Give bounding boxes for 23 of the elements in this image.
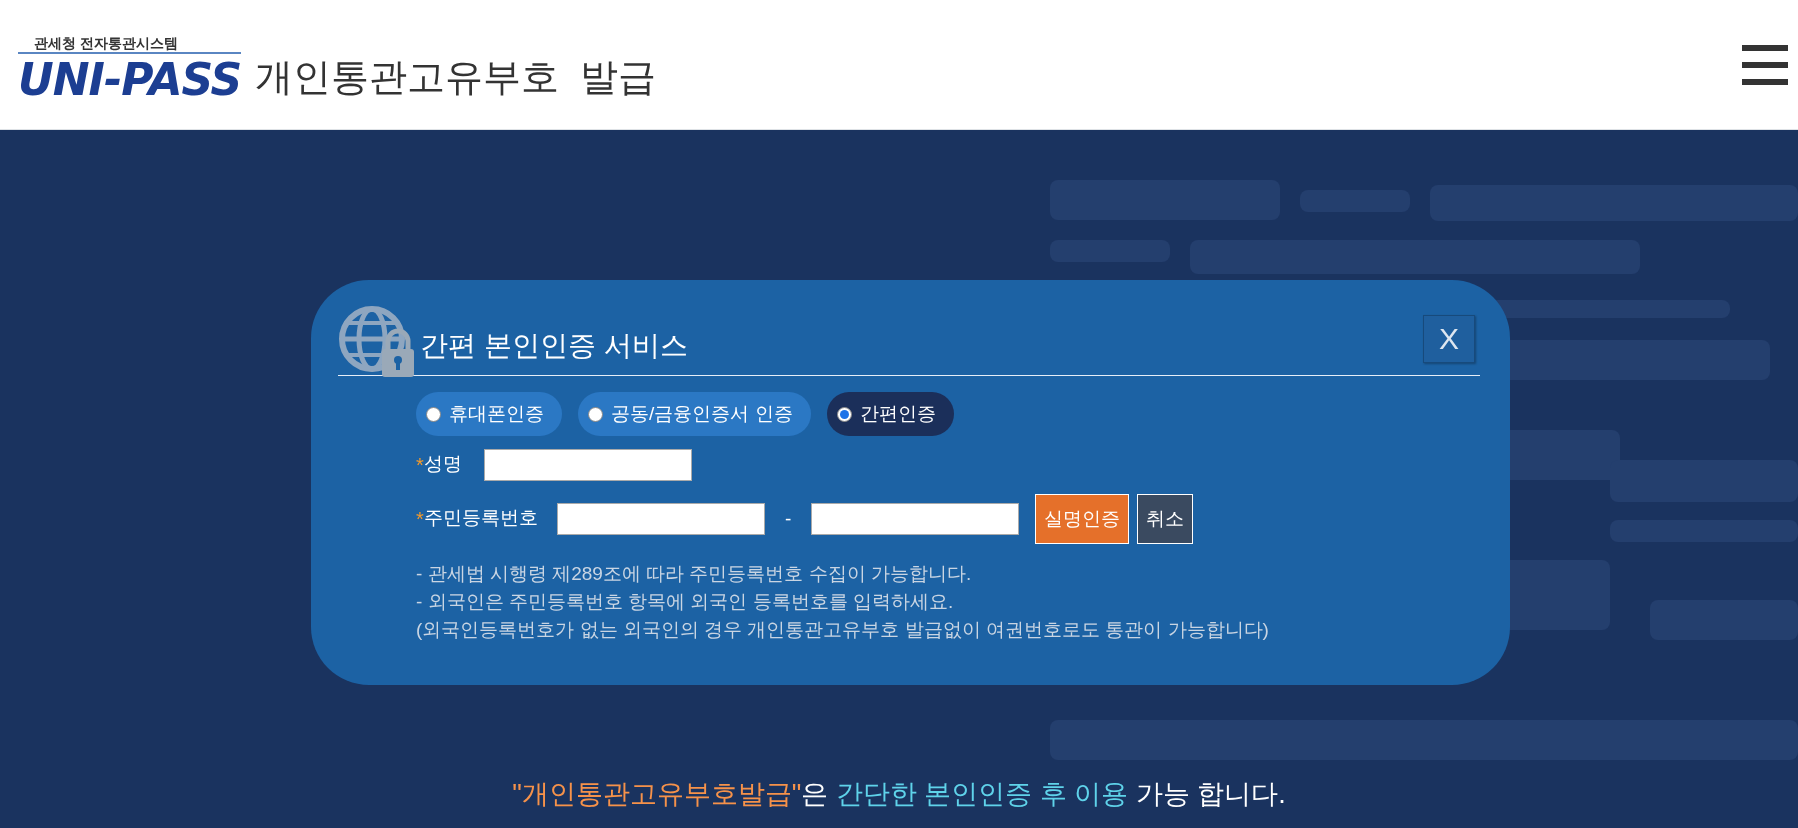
auth-method-option[interactable]: 간편인증: [826, 392, 954, 436]
input-field[interactable]: [484, 449, 692, 481]
field-label: 성명: [423, 452, 462, 476]
notice-text: (외국인등록번호가 없는 외국인의 경우 개인통관고유부호 발급없이 여권번호로도 통관이 가능합니다): [416, 618, 1270, 642]
info-message: "개인통관고유부호발급"은 간단한 본인인증 후 이용 가능 합니다.: [511, 777, 1287, 811]
verify-button[interactable]: 실명인증: [1035, 494, 1130, 544]
page-title: 개인통관고유부호 발급: [255, 55, 657, 100]
input-field[interactable]: [811, 503, 1020, 535]
notice-text: - 관세법 시행령 제289조에 따라 주민등록번호 수집이 가능합니다.: [416, 562, 973, 586]
close-button[interactable]: X: [1423, 315, 1475, 363]
menu-icon[interactable]: [1742, 44, 1788, 85]
cancel-button[interactable]: 취소: [1137, 494, 1194, 544]
dialog-title: 간편 본인인증 서비스: [420, 329, 688, 363]
required-mark: *: [416, 507, 424, 532]
logo: UNI-PASS: [18, 51, 242, 102]
field-label: 주민등록번호: [423, 506, 538, 530]
separator-dash: -: [785, 506, 792, 531]
input-field[interactable]: [557, 503, 765, 535]
required-mark: *: [416, 453, 424, 478]
auth-method-option[interactable]: 휴대폰인증: [416, 392, 562, 436]
agency-name: 관세청 전자통관시스템: [33, 35, 179, 50]
auth-method-option[interactable]: 공동/금융인증서 인증: [578, 392, 811, 436]
notice-text: - 외국인은 주민등록번호 항목에 외국인 등록번호를 입력하세요.: [416, 590, 955, 614]
